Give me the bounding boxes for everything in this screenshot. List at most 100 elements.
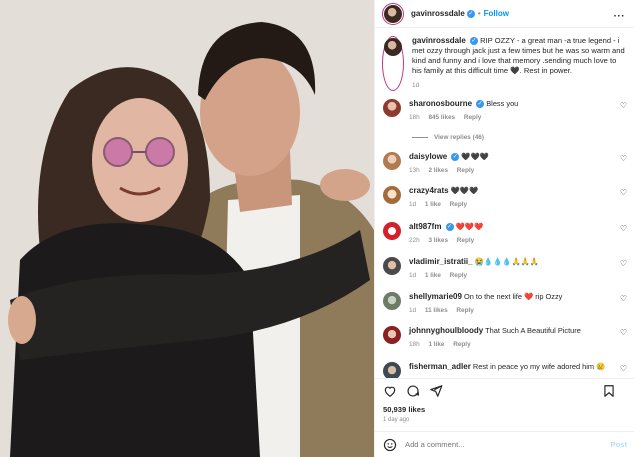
- follow-button[interactable]: Follow: [484, 9, 509, 18]
- comment-item: daisylowe ✓ 🖤🖤🖤 13h 2 likes Reply ♡: [383, 152, 631, 174]
- comment-body: vladimir_istratii_ 😭💧💧💧🙏🙏🙏 1d 1 like Rep…: [409, 257, 614, 279]
- comment-text-line: crazy4rats 🖤🖤🖤: [409, 186, 614, 196]
- post-comment-button[interactable]: Post: [611, 440, 627, 449]
- comment-username[interactable]: johnnyghoulbloody: [409, 326, 483, 335]
- comment-likes[interactable]: 1 like: [428, 341, 444, 348]
- comment-likes[interactable]: 845 likes: [428, 114, 455, 121]
- comment-input[interactable]: [405, 440, 585, 449]
- view-replies-line: [412, 137, 428, 138]
- comment-likes[interactable]: 2 likes: [428, 167, 448, 174]
- comment-likes[interactable]: 3 likes: [428, 237, 448, 244]
- caption-avatar-ring[interactable]: [382, 36, 404, 91]
- comment-avatar[interactable]: [383, 326, 401, 344]
- comment-heart-icon[interactable]: ♡: [620, 364, 627, 373]
- comment-avatar[interactable]: [383, 152, 401, 170]
- comment-username[interactable]: crazy4rats: [409, 186, 449, 195]
- share-icon[interactable]: [429, 384, 443, 398]
- comment-likes[interactable]: 11 likes: [425, 307, 448, 314]
- comment-username[interactable]: daisylowe: [409, 152, 447, 161]
- comment-body: crazy4rats 🖤🖤🖤 1d 1 like Reply: [409, 186, 614, 208]
- reply-button[interactable]: Reply: [450, 272, 467, 279]
- comment-text-line: vladimir_istratii_ 😭💧💧💧🙏🙏🙏: [409, 257, 614, 267]
- comment-meta: 18h 1 like Reply: [409, 341, 614, 348]
- bookmark-icon[interactable]: [602, 384, 616, 398]
- comment-likes[interactable]: 1 like: [425, 272, 441, 279]
- view-replies-button[interactable]: View replies (46): [412, 134, 484, 141]
- comment-avatar[interactable]: [383, 292, 401, 310]
- comment-age: 1d: [409, 201, 417, 208]
- comment-age: 1d: [409, 272, 417, 279]
- verified-badge-icon: ✓: [445, 223, 454, 232]
- caption-age: 1d: [412, 82, 420, 89]
- likes-count[interactable]: 50,939 likes: [383, 405, 425, 414]
- comment-age: 1d: [409, 307, 417, 314]
- comment-body: sharonosbourne ✓ Bless you 18h 845 likes…: [409, 99, 614, 121]
- comment-avatar[interactable]: [383, 257, 401, 275]
- comment-avatar[interactable]: [383, 186, 401, 204]
- author-avatar-ring[interactable]: [382, 2, 404, 25]
- post-caption: gavinrossdale ✓ RIP OZZY - a great man -…: [382, 36, 630, 91]
- comment-item: alt987fm ✓ ❤️❤️❤️ 22h 3 likes Reply ♡: [383, 222, 631, 244]
- comment-icon[interactable]: [406, 384, 420, 398]
- comment-username[interactable]: shellymarie09: [409, 292, 462, 301]
- comment-heart-icon[interactable]: ♡: [620, 101, 627, 110]
- comment-item: sharonosbourne ✓ Bless you 18h 845 likes…: [383, 99, 631, 121]
- caption-avatar[interactable]: [384, 38, 402, 56]
- comment-text-line: shellymarie09 On to the next life ❤️ rip…: [409, 292, 614, 302]
- comment-body: daisylowe ✓ 🖤🖤🖤 13h 2 likes Reply: [409, 152, 614, 174]
- comment-username[interactable]: sharonosbourne: [409, 99, 472, 108]
- caption-username[interactable]: gavinrossdale: [412, 36, 466, 45]
- comment-body: shellymarie09 On to the next life ❤️ rip…: [409, 292, 614, 314]
- comment-heart-icon[interactable]: ♡: [620, 294, 627, 303]
- post-photo[interactable]: [0, 0, 374, 457]
- verified-badge-icon: ✓: [466, 9, 475, 18]
- comment-meta: 13h 2 likes Reply: [409, 167, 614, 174]
- author-avatar[interactable]: [384, 4, 402, 23]
- comment-item: vladimir_istratii_ 😭💧💧💧🙏🙏🙏 1d 1 like Rep…: [383, 257, 631, 279]
- emoji-icon[interactable]: [383, 438, 397, 452]
- comment-avatar[interactable]: [383, 99, 401, 117]
- comment-username[interactable]: vladimir_istratii_: [409, 257, 473, 266]
- comments-list[interactable]: gavinrossdale ✓ RIP OZZY - a great man -…: [375, 28, 634, 378]
- comment-body: johnnyghoulbloody That Such A Beautiful …: [409, 326, 614, 348]
- comment-text: Bless you: [486, 99, 519, 108]
- verified-badge-icon: ✓: [469, 37, 478, 45]
- reply-button[interactable]: Reply: [453, 341, 470, 348]
- verified-badge-icon: ✓: [476, 100, 485, 109]
- comment-item: crazy4rats 🖤🖤🖤 1d 1 like Reply ♡: [383, 186, 631, 208]
- comment-text-line: daisylowe ✓ 🖤🖤🖤: [409, 152, 614, 162]
- comment-likes[interactable]: 1 like: [425, 201, 441, 208]
- view-replies-label[interactable]: View replies (46): [434, 134, 484, 141]
- comment-heart-icon[interactable]: ♡: [620, 328, 627, 337]
- comment-heart-icon[interactable]: ♡: [620, 224, 627, 233]
- reply-button[interactable]: Reply: [450, 201, 467, 208]
- heart-icon[interactable]: [383, 384, 397, 398]
- comment-avatar[interactable]: [383, 362, 401, 378]
- reply-button[interactable]: Reply: [464, 114, 481, 121]
- comment-age: 18h: [409, 114, 420, 121]
- comment-text: That Such A Beautiful Picture: [485, 326, 581, 335]
- comment-username[interactable]: alt987fm: [409, 222, 441, 231]
- comment-text: 😭💧💧💧🙏🙏🙏: [474, 257, 540, 266]
- comment-heart-icon[interactable]: ♡: [620, 259, 627, 268]
- comment-text-line: fisherman_adler Rest in peace yo my wife…: [409, 362, 614, 372]
- reply-button[interactable]: Reply: [456, 307, 473, 314]
- post-age: 1 day ago: [383, 417, 410, 423]
- reply-button[interactable]: Reply: [457, 167, 474, 174]
- comment-text-line: alt987fm ✓ ❤️❤️❤️: [409, 222, 614, 232]
- comment-username[interactable]: fisherman_adler: [409, 362, 471, 371]
- comment-heart-icon[interactable]: ♡: [620, 188, 627, 197]
- comment-avatar[interactable]: [383, 222, 401, 240]
- more-icon[interactable]: ...: [614, 8, 625, 19]
- comment-age: 13h: [409, 167, 420, 174]
- comment-age: 18h: [409, 341, 420, 348]
- comment-meta: 1d 1 like Reply: [409, 272, 614, 279]
- caption-body: gavinrossdale ✓ RIP OZZY - a great man -…: [412, 36, 627, 91]
- separator-dot: •: [477, 9, 481, 18]
- comment-age: 22h: [409, 237, 420, 244]
- reply-button[interactable]: Reply: [457, 237, 474, 244]
- post-details-panel: gavinrossdale ✓ • Follow ... gavinrossda…: [374, 0, 634, 457]
- comment-heart-icon[interactable]: ♡: [620, 154, 627, 163]
- author-username[interactable]: gavinrossdale: [411, 9, 465, 18]
- comment-text: On to the next life ❤️ rip Ozzy: [464, 292, 563, 301]
